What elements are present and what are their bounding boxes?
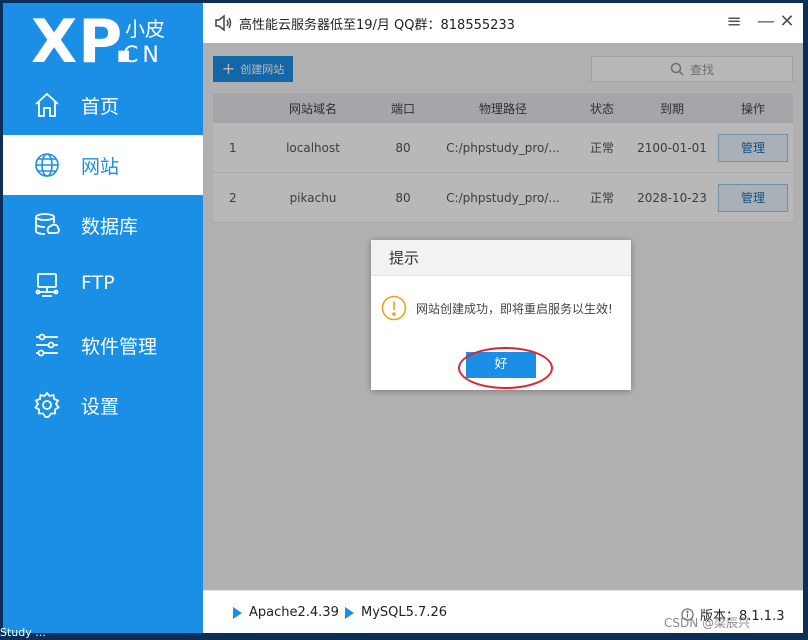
menu-button[interactable]: ≡ bbox=[723, 11, 745, 33]
speaker-icon bbox=[213, 13, 233, 33]
watermark: CSDN @梁辰兴 bbox=[664, 616, 751, 630]
sidebar-nav: 首页 网站 数据库 FTP 软件管理 设置 bbox=[3, 75, 203, 435]
database-icon bbox=[33, 211, 61, 239]
minimize-button[interactable]: — bbox=[755, 11, 777, 33]
close-button[interactable]: ✕ bbox=[776, 11, 798, 33]
notice-text: 高性能云服务器低至19/月 QQ群：818555233 bbox=[239, 18, 515, 33]
apache-service[interactable]: Apache2.4.39 bbox=[233, 605, 339, 620]
sidebar-item-label: 软件管理 bbox=[81, 336, 158, 358]
home-icon bbox=[33, 91, 61, 119]
sidebar-item-label: 首页 bbox=[81, 96, 120, 118]
sidebar-item-website[interactable]: 网站 bbox=[3, 135, 203, 195]
mysql-service[interactable]: MySQL5.7.26 bbox=[345, 605, 447, 620]
apache-label: Apache2.4.39 bbox=[249, 605, 339, 620]
globe-icon bbox=[33, 151, 61, 179]
sidebar-item-label: 数据库 bbox=[81, 216, 139, 238]
logo-small-bottom: CN bbox=[123, 43, 163, 68]
dialog-body: 网站创建成功，即将重启服务以生效! bbox=[371, 276, 631, 336]
dialog-title: 提示 bbox=[371, 240, 631, 276]
sidebar: XP. 小皮 CN 首页 网站 数据库 FTP 软件管理 设置 bbox=[3, 3, 203, 633]
logo: XP. 小皮 CN bbox=[3, 3, 203, 83]
sidebar-item-database[interactable]: 数据库 bbox=[3, 195, 203, 255]
warning-icon bbox=[381, 295, 407, 321]
sidebar-item-label: FTP bbox=[81, 272, 115, 294]
gear-icon bbox=[33, 391, 61, 419]
sidebar-item-label: 设置 bbox=[81, 396, 120, 418]
sliders-icon bbox=[33, 331, 61, 359]
sidebar-item-label: 网站 bbox=[81, 156, 120, 178]
mysql-label: MySQL5.7.26 bbox=[361, 605, 447, 620]
ftp-icon bbox=[33, 271, 61, 299]
sidebar-item-home[interactable]: 首页 bbox=[3, 75, 203, 135]
sidebar-item-software[interactable]: 软件管理 bbox=[3, 315, 203, 375]
desktop-label: Study ... bbox=[0, 626, 46, 639]
sidebar-item-ftp[interactable]: FTP bbox=[3, 255, 203, 315]
sidebar-item-settings[interactable]: 设置 bbox=[3, 375, 203, 435]
play-icon bbox=[233, 606, 242, 619]
top-bar: 高性能云服务器低至19/月 QQ群：818555233 ≡ — ✕ bbox=[203, 3, 803, 43]
logo-main: XP. bbox=[31, 7, 137, 77]
highlight-annotation bbox=[458, 347, 553, 389]
logo-small-top: 小皮 bbox=[125, 17, 165, 41]
dialog-message: 网站创建成功，即将重启服务以生效! bbox=[416, 302, 613, 316]
play-icon bbox=[345, 606, 354, 619]
